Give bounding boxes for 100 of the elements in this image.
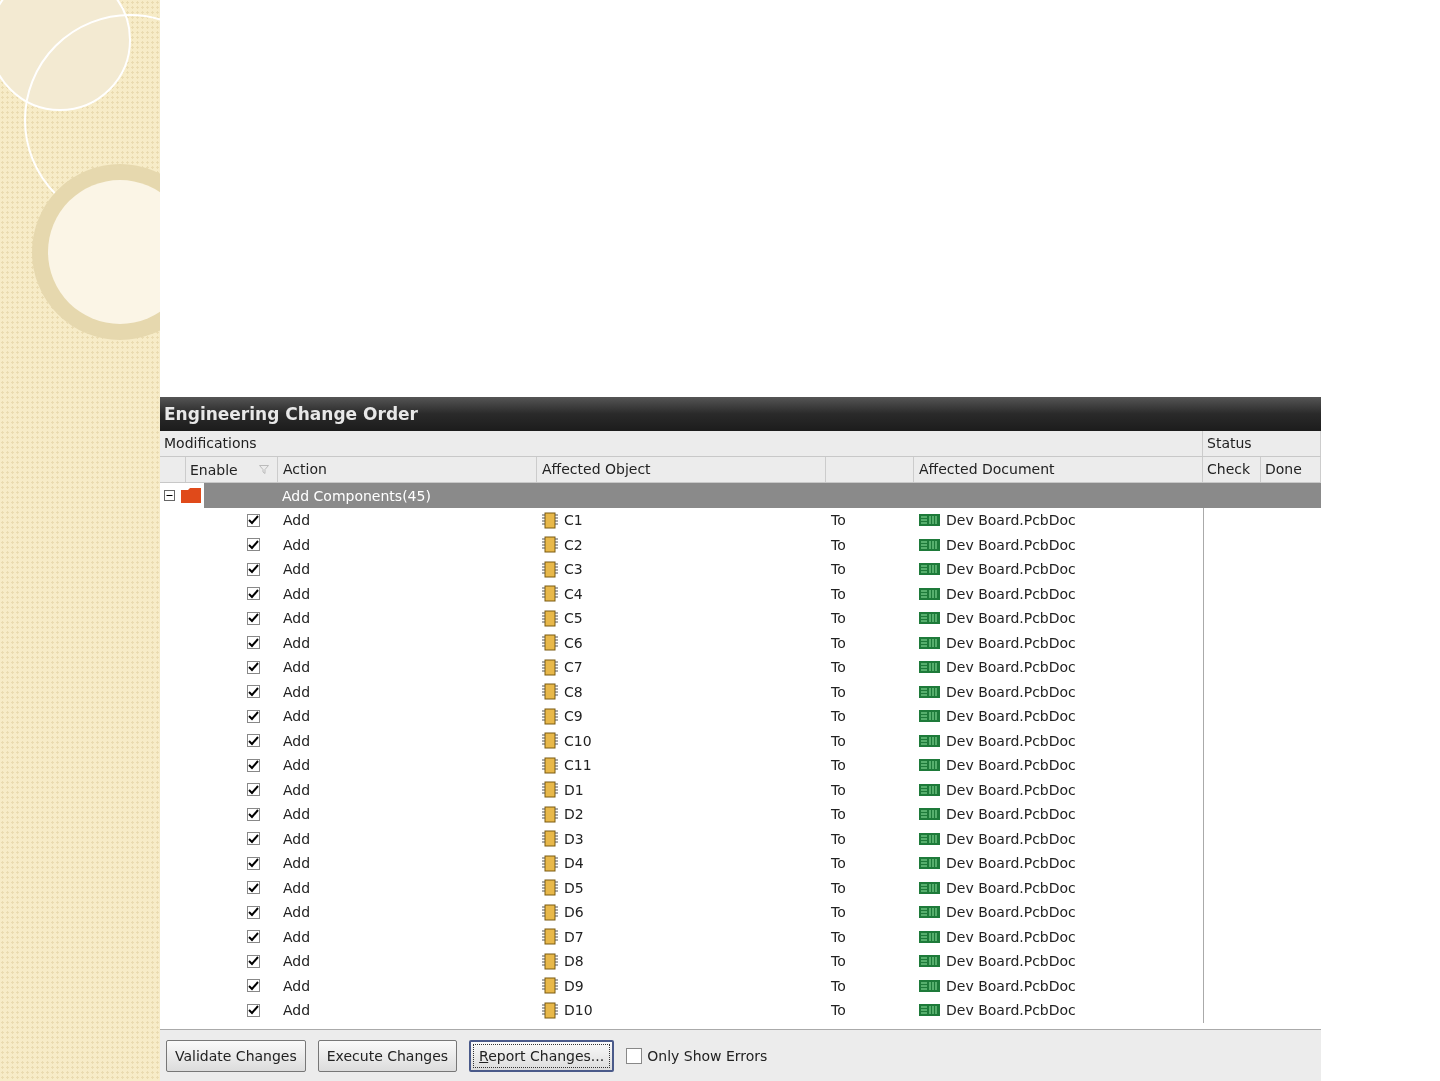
chip-icon (542, 585, 558, 603)
column-header[interactable]: Done (1261, 457, 1321, 482)
document-text: Dev Board.PcbDoc (946, 757, 1076, 774)
chip-icon (542, 609, 558, 627)
action-text: Add (283, 953, 311, 970)
to-text: To (831, 683, 846, 700)
document-text: Dev Board.PcbDoc (946, 977, 1076, 994)
circuit-board-icon (919, 856, 940, 871)
enable-checkbox[interactable] (247, 881, 260, 895)
enable-checkbox[interactable] (247, 513, 260, 527)
document-text: Dev Board.PcbDoc (946, 781, 1076, 798)
object-text: C1 (564, 512, 583, 529)
enable-checkbox[interactable] (247, 660, 260, 674)
column-header[interactable]: Enable (186, 457, 278, 482)
circuit-board-icon (919, 954, 940, 969)
column-header[interactable]: Affected Document (914, 457, 1203, 482)
chip-icon (542, 1001, 558, 1019)
action-text: Add (283, 683, 311, 700)
chip-icon (542, 854, 558, 872)
object-text: D4 (564, 855, 584, 872)
to-text: To (831, 977, 846, 994)
to-text: To (831, 561, 846, 578)
action-text: Add (283, 585, 311, 602)
enable-checkbox[interactable] (247, 587, 260, 601)
enable-checkbox[interactable] (247, 611, 260, 625)
object-text: C6 (564, 634, 583, 651)
object-text: D8 (564, 953, 584, 970)
column-header[interactable]: Affected Object (537, 457, 826, 482)
folder-icon (181, 488, 201, 503)
circuit-board-icon (919, 929, 940, 944)
to-text: To (831, 928, 846, 945)
action-text: Add (283, 634, 311, 651)
enable-checkbox[interactable] (247, 905, 260, 919)
enable-checkbox[interactable] (247, 954, 260, 968)
enable-checkbox[interactable] (247, 538, 260, 552)
document-text: Dev Board.PcbDoc (946, 830, 1076, 847)
document-text: Dev Board.PcbDoc (946, 512, 1076, 529)
circuit-board-icon (919, 635, 940, 650)
chip-icon (542, 756, 558, 774)
enable-checkbox[interactable] (247, 1003, 260, 1017)
circuit-board-icon (919, 611, 940, 626)
document-text: Dev Board.PcbDoc (946, 585, 1076, 602)
chip-icon (542, 511, 558, 529)
chip-icon (542, 879, 558, 897)
action-button[interactable]: Validate Changes (166, 1039, 306, 1072)
object-text: D3 (564, 830, 584, 847)
enable-checkbox[interactable] (247, 709, 260, 723)
enable-checkbox[interactable] (247, 832, 260, 846)
column-header[interactable]: Action (278, 457, 537, 482)
to-text: To (831, 879, 846, 896)
to-text: To (831, 806, 846, 823)
chip-icon (542, 977, 558, 995)
only-show-errors-checkbox[interactable]: Only Show Errors (626, 1047, 768, 1064)
enable-checkbox[interactable] (247, 636, 260, 650)
chip-icon (542, 683, 558, 701)
enable-checkbox[interactable] (247, 979, 260, 993)
to-text: To (831, 610, 846, 627)
chip-icon (542, 805, 558, 823)
enable-checkbox[interactable] (247, 562, 260, 576)
document-text: Dev Board.PcbDoc (946, 904, 1076, 921)
chip-icon (542, 536, 558, 554)
to-text: To (831, 781, 846, 798)
to-text: To (831, 855, 846, 872)
enable-checkbox[interactable] (247, 930, 260, 944)
circuit-board-icon (919, 782, 940, 797)
document-text: Dev Board.PcbDoc (946, 610, 1076, 627)
collapse-icon[interactable] (164, 490, 175, 501)
circuit-board-icon (919, 880, 940, 895)
enable-checkbox[interactable] (247, 758, 260, 772)
to-text: To (831, 536, 846, 553)
enable-checkbox[interactable] (247, 783, 260, 797)
chip-icon (542, 732, 558, 750)
action-button[interactable]: Report Changes... (469, 1039, 615, 1072)
chip-icon (542, 952, 558, 970)
enable-checkbox[interactable] (247, 856, 260, 870)
circuit-board-icon (919, 562, 940, 577)
object-text: C10 (564, 732, 592, 749)
document-text: Dev Board.PcbDoc (946, 953, 1076, 970)
object-text: D10 (564, 1002, 593, 1019)
action-text: Add (283, 928, 311, 945)
object-text: C11 (564, 757, 592, 774)
action-text: Add (283, 732, 311, 749)
object-text: C7 (564, 659, 583, 676)
action-text: Add (283, 879, 311, 896)
enable-checkbox[interactable] (247, 685, 260, 699)
action-button[interactable]: Execute Changes (317, 1039, 458, 1072)
object-text: D1 (564, 781, 584, 798)
circuit-board-icon (919, 513, 940, 528)
to-text: To (831, 1002, 846, 1019)
action-text: Add (283, 977, 311, 994)
chip-icon (542, 903, 558, 921)
action-text: Add (283, 781, 311, 798)
circuit-board-icon (919, 758, 940, 773)
enable-checkbox[interactable] (247, 807, 260, 821)
object-text: D7 (564, 928, 584, 945)
to-text: To (831, 708, 846, 725)
column-group-header: Modifications (160, 431, 1203, 456)
enable-checkbox[interactable] (247, 734, 260, 748)
column-group-header: Status (1203, 431, 1321, 456)
column-header[interactable]: Check (1203, 457, 1261, 482)
